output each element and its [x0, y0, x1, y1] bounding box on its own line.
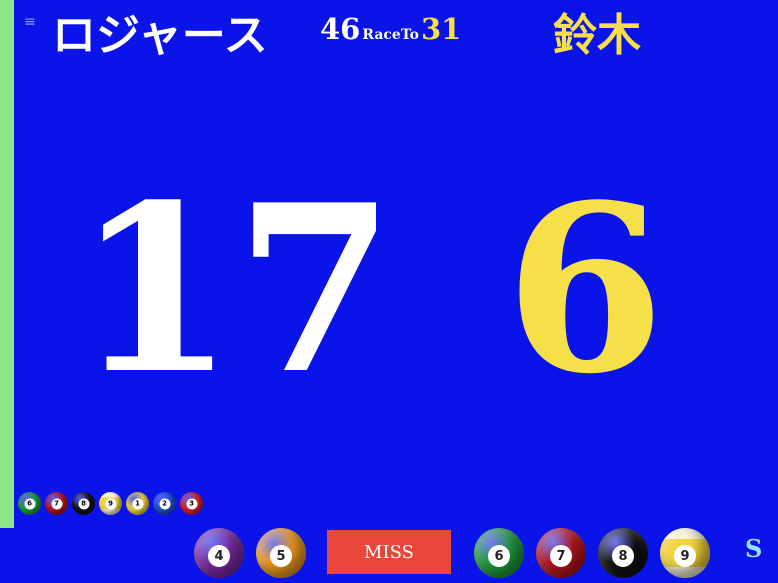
mini-ball-icon: 9 [99, 492, 122, 515]
ball-6-button[interactable]: 6 [474, 528, 524, 578]
ball-4-number: 4 [208, 545, 230, 567]
ball-7-number: 7 [550, 545, 572, 567]
race-to-label: RaceTo [362, 27, 419, 43]
mini-ball-icon: 8 [72, 492, 95, 515]
pocketed-balls-list: 6 7 8 9 1 2 3 [18, 492, 203, 515]
ball-5-button[interactable]: 5 [256, 528, 306, 578]
ball-8-button[interactable]: 8 [598, 528, 648, 578]
s-button[interactable]: S [745, 534, 762, 563]
ball-6-number: 6 [488, 545, 510, 567]
player2-name[interactable]: 鈴木 [553, 6, 641, 66]
mini-ball-icon: 7 [45, 492, 68, 515]
player2-score[interactable]: 6 [505, 150, 665, 430]
mini-ball-icon: 1 [126, 492, 149, 515]
ball-7-button[interactable]: 7 [536, 528, 586, 578]
mini-ball-icon: 2 [153, 492, 176, 515]
mini-ball-number: 3 [186, 498, 197, 509]
mini-ball-number: 6 [24, 498, 35, 509]
mini-ball-number: 9 [105, 498, 116, 509]
mini-ball-number: 8 [78, 498, 89, 509]
ball-9-button[interactable]: 9 [660, 528, 710, 578]
menu-icon[interactable]: ≡ [24, 15, 36, 29]
mini-ball-number: 2 [159, 498, 170, 509]
ball-9-number: 9 [674, 545, 696, 567]
mini-ball-icon: 3 [180, 492, 203, 515]
ball-4-button[interactable]: 4 [194, 528, 244, 578]
ball-buttons-row: 4 5 MISS 6 7 8 9 S [190, 526, 778, 582]
miss-button[interactable]: MISS [327, 530, 451, 574]
mini-ball-number: 7 [51, 498, 62, 509]
player1-name[interactable]: ロジャース [52, 6, 268, 66]
mini-ball-icon: 6 [18, 492, 41, 515]
race-to-info: 46 RaceTo31 [320, 12, 461, 46]
player1-race-to[interactable]: 46 [320, 12, 360, 46]
player1-score[interactable]: 17 [75, 150, 395, 430]
left-side-strip [0, 0, 14, 528]
ball-5-number: 5 [270, 545, 292, 567]
player2-race-to[interactable]: 31 [421, 12, 461, 46]
mini-ball-number: 1 [132, 498, 143, 509]
ball-8-number: 8 [612, 545, 634, 567]
